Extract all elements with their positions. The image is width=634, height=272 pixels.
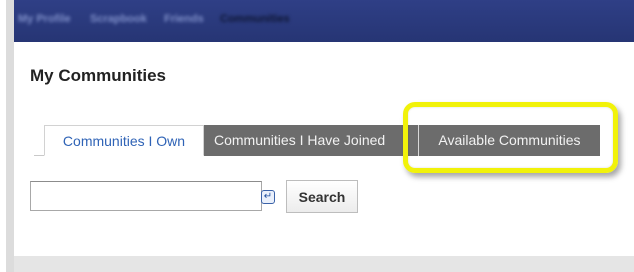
tab-communities-i-own[interactable]: Communities I Own — [44, 125, 204, 156]
search-field-icon[interactable]: ↵ — [261, 190, 275, 204]
search-button[interactable]: Search — [286, 180, 358, 213]
nav-item-friends[interactable]: Friends — [164, 13, 204, 29]
left-border — [6, 0, 14, 272]
footer-bar — [14, 256, 634, 272]
top-navigation-bar: My Profile Scrapbook Friends Communities — [14, 0, 634, 42]
nav-item-scrapbook[interactable]: Scrapbook — [90, 13, 147, 29]
tab-available-communities[interactable]: Available Communities — [418, 125, 600, 156]
tab-communities-i-have-joined[interactable]: Communities I Have Joined — [204, 125, 418, 156]
nav-item-communities[interactable]: Communities — [220, 13, 290, 29]
nav-item-my-profile[interactable]: My Profile — [18, 13, 71, 29]
search-input[interactable] — [30, 181, 262, 211]
page-frame: My Profile Scrapbook Friends Communities… — [0, 0, 634, 272]
page-title: My Communities — [30, 66, 167, 85]
